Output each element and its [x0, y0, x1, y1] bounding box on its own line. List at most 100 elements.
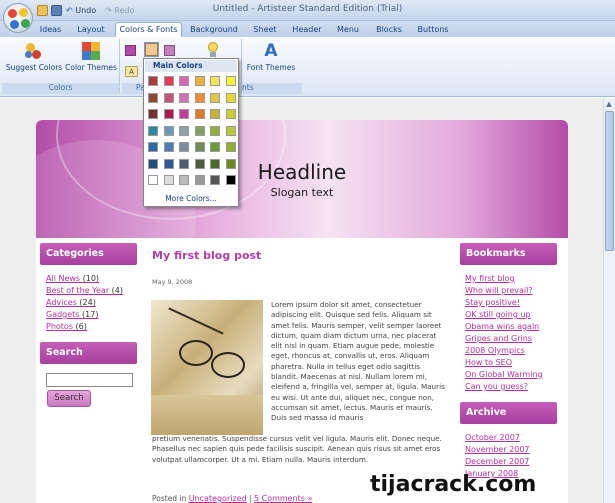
color-swatch[interactable]: [148, 175, 158, 185]
color-swatch[interactable]: [210, 125, 220, 136]
category-link[interactable]: Gadgets (17): [46, 310, 98, 319]
color-swatch[interactable]: [210, 175, 220, 185]
color-swatch[interactable]: [210, 76, 220, 86]
color-swatch[interactable]: [148, 142, 158, 152]
ribbon-tabs: Ideas Layout Colors & Fonts Background S…: [0, 21, 615, 38]
bookmark-link[interactable]: My first blog: [465, 274, 515, 283]
color-swatch[interactable]: [163, 76, 174, 86]
color-swatch[interactable]: [225, 125, 236, 136]
color-themes-button[interactable]: Color Themes: [65, 41, 117, 72]
save-icon[interactable]: [51, 4, 64, 17]
bookmark-link[interactable]: On Global Warming: [465, 370, 543, 379]
color-swatch[interactable]: [148, 158, 158, 169]
fonts-group: A Font Themes nts: [242, 39, 302, 94]
undo-button[interactable]: ↶ Undo: [66, 4, 96, 17]
tab-layout[interactable]: Layout: [71, 23, 111, 37]
color-swatch[interactable]: [194, 125, 205, 136]
bookmark-link[interactable]: Who will prevail?: [465, 286, 533, 295]
color-swatch[interactable]: [225, 92, 236, 103]
tab-blocks[interactable]: Blocks: [370, 23, 408, 37]
bookmark-link[interactable]: How to SEO: [465, 358, 512, 367]
scrollbar-thumb[interactable]: [605, 111, 614, 251]
scroll-up-arrow-icon[interactable]: ▲: [604, 99, 614, 109]
color-swatch[interactable]: [148, 92, 158, 103]
suggest-colors-button[interactable]: Suggest Colors: [5, 41, 63, 72]
color-swatch[interactable]: [163, 142, 174, 152]
color-swatch[interactable]: [179, 142, 189, 152]
main-colors-popup: Main Colors More Colors...: [143, 58, 239, 207]
color-swatch[interactable]: [194, 175, 205, 185]
more-colors-button[interactable]: More Colors...: [145, 192, 237, 205]
application-menu-button[interactable]: [3, 3, 33, 33]
color-swatch[interactable]: [194, 158, 205, 169]
color-swatch[interactable]: [194, 92, 205, 103]
color-swatch[interactable]: [210, 109, 220, 119]
tab-colors-fonts[interactable]: Colors & Fonts: [115, 22, 182, 38]
archive-link[interactable]: November 2007: [465, 445, 530, 454]
color-swatch[interactable]: [179, 125, 189, 136]
site-headline: Headline: [257, 160, 347, 184]
font-themes-button[interactable]: A Font Themes: [244, 41, 298, 72]
suggest-colors-label: Suggest Colors: [5, 63, 63, 72]
bookmark-link[interactable]: Can you guess?: [465, 382, 528, 391]
color-swatch[interactable]: [210, 92, 220, 103]
color-swatch[interactable]: [225, 158, 236, 169]
bookmark-link[interactable]: Obama wins again: [465, 322, 539, 331]
color-swatch[interactable]: [179, 158, 189, 169]
color-swatch[interactable]: [163, 109, 174, 119]
color-swatch[interactable]: [163, 175, 174, 185]
archive-link[interactable]: December 2007: [465, 457, 529, 466]
color-swatch[interactable]: [179, 92, 189, 103]
color-swatch[interactable]: [179, 109, 189, 119]
redo-label: Redo: [114, 6, 135, 15]
tab-header[interactable]: Header: [288, 23, 326, 37]
color-swatch[interactable]: [148, 109, 158, 119]
font-color-button[interactable]: A: [125, 66, 138, 77]
bookmark-link[interactable]: OK still going up: [465, 310, 531, 319]
color-swatch-button-1[interactable]: [125, 45, 136, 56]
post-comments-link[interactable]: 5 Comments »: [254, 494, 312, 503]
color-swatch[interactable]: [179, 175, 189, 185]
color-swatch[interactable]: [163, 158, 174, 169]
category-link[interactable]: All News (10): [46, 274, 99, 283]
color-swatch[interactable]: [225, 76, 236, 86]
color-swatch-button-3[interactable]: [164, 45, 175, 56]
tab-ideas[interactable]: Ideas: [34, 23, 67, 37]
color-grid-icon: [80, 41, 102, 61]
color-swatch[interactable]: [225, 175, 236, 185]
color-swatch[interactable]: [148, 125, 158, 136]
tab-menu[interactable]: Menu: [330, 23, 366, 37]
archive-link[interactable]: October 2007: [465, 433, 520, 442]
color-swatch[interactable]: [194, 76, 205, 86]
bookmark-link[interactable]: Gripes and Grins: [465, 334, 532, 343]
post-image: [151, 300, 263, 435]
color-swatch[interactable]: [225, 109, 236, 119]
tab-sheet[interactable]: Sheet: [246, 23, 284, 37]
bookmark-link[interactable]: 2008 Olympics: [465, 346, 525, 355]
bookmark-link[interactable]: Stay positive!: [465, 298, 520, 307]
color-swatch-button-2[interactable]: [144, 42, 159, 57]
color-swatch[interactable]: [225, 142, 236, 152]
redo-button[interactable]: ↷ Redo: [105, 4, 134, 17]
post-category-link[interactable]: Uncategorized: [189, 494, 247, 503]
color-swatch[interactable]: [179, 76, 189, 86]
category-link[interactable]: Advices (24): [46, 298, 96, 307]
search-input[interactable]: [46, 373, 133, 387]
font-themes-label: Font Themes: [246, 63, 296, 72]
search-button[interactable]: Search: [47, 390, 91, 407]
color-swatch[interactable]: [163, 92, 174, 103]
lightbulb-icon[interactable]: [206, 41, 220, 59]
color-swatch[interactable]: [163, 125, 174, 136]
tab-buttons[interactable]: Buttons: [412, 23, 454, 37]
post-title[interactable]: My first blog post: [152, 249, 261, 262]
folder-icon[interactable]: [37, 4, 50, 17]
category-link[interactable]: Best of the Year (4): [46, 286, 123, 295]
tab-background[interactable]: Background: [186, 23, 242, 37]
color-themes-label: Color Themes: [65, 63, 117, 72]
color-swatch[interactable]: [210, 158, 220, 169]
category-link[interactable]: Photos (6): [46, 322, 87, 331]
color-swatch[interactable]: [148, 76, 158, 86]
color-swatch[interactable]: [194, 109, 205, 119]
color-swatch[interactable]: [210, 142, 220, 152]
color-swatch[interactable]: [194, 142, 205, 152]
